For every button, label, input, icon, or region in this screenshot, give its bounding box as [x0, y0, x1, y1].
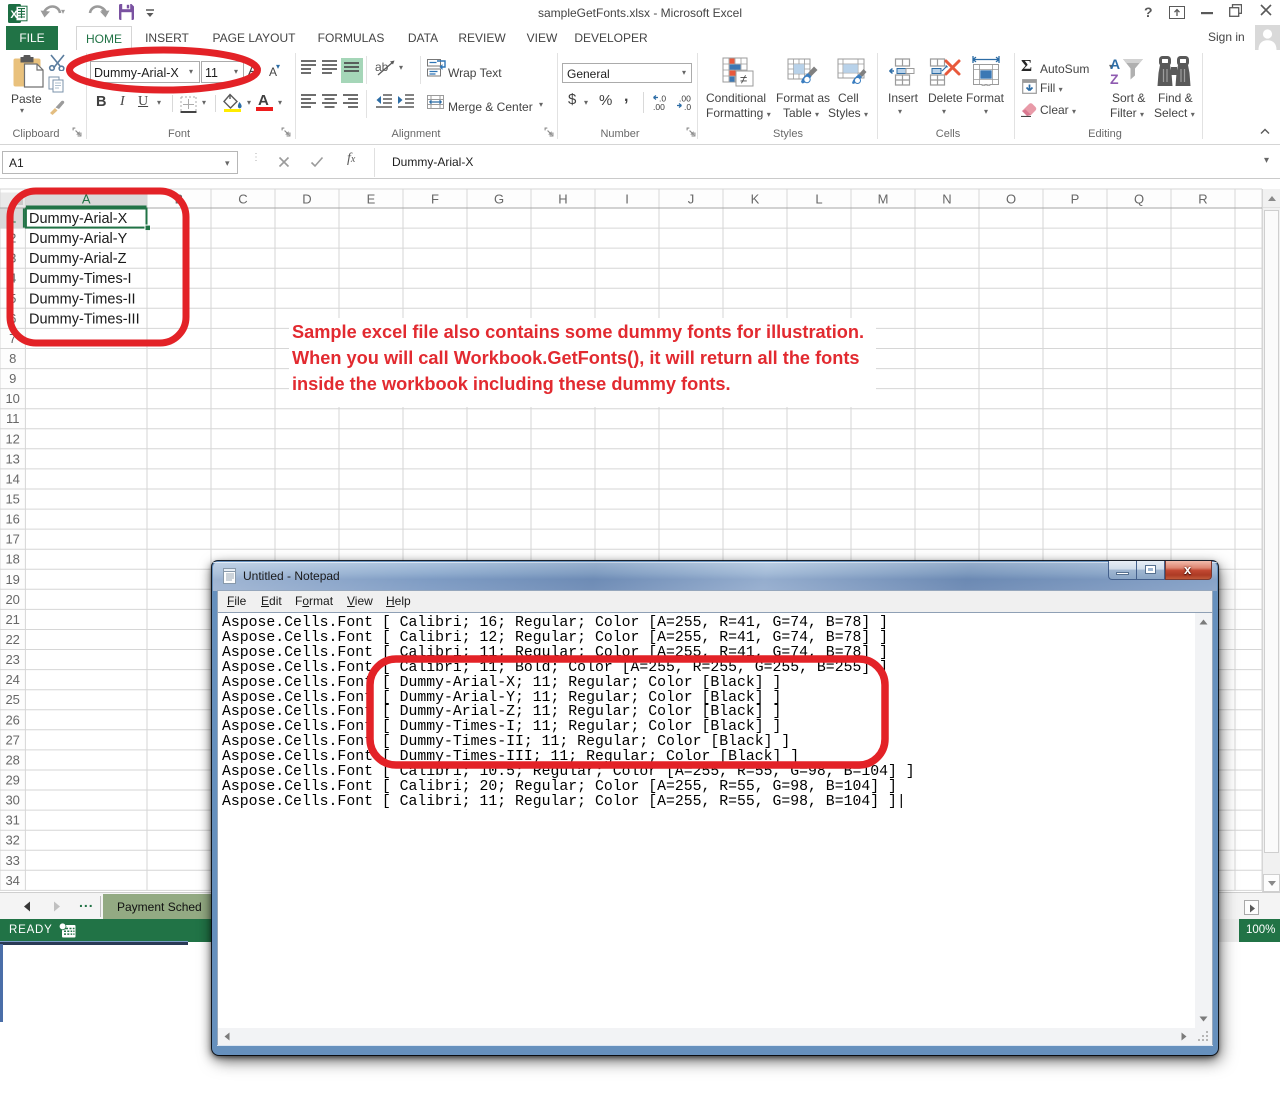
svg-text:N: N: [942, 192, 951, 207]
svg-text:13: 13: [5, 451, 19, 466]
svg-text:24: 24: [5, 672, 19, 687]
svg-text:5: 5: [9, 291, 16, 306]
svg-text:F: F: [431, 192, 439, 207]
svg-text:.0: .0: [684, 102, 691, 110]
svg-text:12: 12: [5, 431, 19, 446]
svg-text:≠: ≠: [740, 72, 747, 87]
svg-text:A: A: [82, 192, 91, 207]
svg-text:15: 15: [5, 492, 19, 507]
svg-text:1: 1: [9, 211, 16, 226]
svg-text:Q: Q: [1134, 192, 1144, 207]
svg-text:H: H: [558, 192, 567, 207]
svg-text:R: R: [1198, 192, 1207, 207]
svg-text:C: C: [238, 192, 247, 207]
svg-text:.00: .00: [653, 102, 665, 110]
svg-text:30: 30: [5, 793, 19, 808]
svg-text:E: E: [367, 192, 376, 207]
svg-text:M: M: [878, 192, 889, 207]
svg-text:18: 18: [5, 552, 19, 567]
svg-text:J: J: [688, 192, 695, 207]
svg-text:6: 6: [9, 311, 16, 326]
svg-text:33: 33: [5, 853, 19, 868]
svg-text:O: O: [1006, 192, 1016, 207]
svg-text:Z: Z: [1110, 71, 1119, 87]
svg-text:26: 26: [5, 712, 19, 727]
svg-text:B: B: [175, 192, 184, 207]
svg-text:K: K: [751, 192, 760, 207]
svg-text:Dummy-Arial-X: Dummy-Arial-X: [29, 211, 128, 227]
svg-text:25: 25: [5, 692, 19, 707]
svg-text:P: P: [1071, 192, 1080, 207]
svg-text:11: 11: [6, 411, 20, 426]
svg-text:19: 19: [5, 572, 19, 587]
svg-text:3: 3: [9, 251, 16, 266]
svg-text:L: L: [815, 192, 822, 207]
svg-text:Dummy-Times-II: Dummy-Times-II: [29, 291, 136, 307]
svg-text:22: 22: [5, 632, 19, 647]
svg-text:G: G: [494, 192, 504, 207]
svg-text:29: 29: [5, 773, 19, 788]
svg-text:10: 10: [5, 391, 19, 406]
svg-text:32: 32: [5, 833, 19, 848]
svg-text:21: 21: [5, 612, 19, 627]
svg-text:20: 20: [5, 592, 19, 607]
svg-text:A: A: [1110, 56, 1120, 72]
svg-text:4: 4: [9, 271, 16, 286]
svg-text:28: 28: [5, 752, 19, 767]
svg-text:Dummy-Times-III: Dummy-Times-III: [29, 311, 140, 327]
svg-text:I: I: [625, 192, 629, 207]
svg-text:27: 27: [5, 732, 19, 747]
svg-text:9: 9: [9, 371, 16, 386]
svg-text:Dummy-Times-I: Dummy-Times-I: [29, 271, 132, 287]
svg-text:16: 16: [5, 512, 19, 527]
svg-text:Dummy-Arial-Z: Dummy-Arial-Z: [29, 251, 127, 267]
svg-text:D: D: [302, 192, 311, 207]
svg-text:7: 7: [9, 331, 16, 346]
svg-text:17: 17: [5, 532, 19, 547]
svg-text:34: 34: [5, 873, 19, 888]
svg-text:31: 31: [5, 813, 19, 828]
svg-text:Dummy-Arial-Y: Dummy-Arial-Y: [29, 231, 128, 247]
svg-text:8: 8: [9, 351, 16, 366]
svg-text:23: 23: [5, 652, 19, 667]
svg-text:2: 2: [9, 231, 16, 246]
svg-text:14: 14: [5, 471, 19, 486]
